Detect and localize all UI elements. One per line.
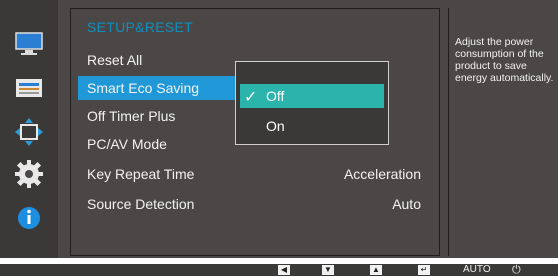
option-label: Off — [266, 88, 285, 104]
checkmark-icon: ✓ — [244, 89, 258, 106]
enter-key[interactable]: ↵ — [418, 265, 430, 276]
menu-item-label: Source Detection — [87, 196, 195, 212]
menu-item-smart-eco-saving[interactable]: Smart Eco Saving — [78, 76, 236, 100]
menu-item-source-detection[interactable]: Source Detection Auto — [71, 192, 439, 216]
option-off[interactable]: ✓ Off — [240, 84, 384, 108]
onscreen-display-icon[interactable] — [15, 74, 43, 102]
help-text: Adjust the power consumption of the prod… — [455, 36, 554, 84]
menu-item-value: Acceleration — [343, 166, 421, 182]
setup-reset-menu: SETUP&RESET Reset All Smart Eco Saving O… — [70, 8, 440, 256]
auto-key-label[interactable]: AUTO — [463, 264, 491, 275]
menu-item-label: Off Timer Plus — [87, 108, 176, 124]
gear-icon[interactable] — [15, 160, 43, 188]
menu-item-value: Auto — [392, 196, 421, 212]
menu-item-key-repeat-time[interactable]: Key Repeat Time Acceleration — [71, 162, 439, 186]
smart-eco-saving-submenu: ✓ Off On — [235, 61, 389, 145]
control-key-bar: ◀ ▼ ▲ ↵ AUTO ⏻ — [0, 264, 558, 276]
left-arrow-key[interactable]: ◀ — [278, 265, 290, 276]
menu-item-label: Smart Eco Saving — [87, 80, 200, 96]
option-on[interactable]: On — [240, 114, 384, 138]
down-arrow-key[interactable]: ▼ — [322, 265, 334, 276]
info-icon[interactable] — [15, 204, 43, 232]
option-label: On — [266, 118, 285, 134]
picture-icon[interactable] — [15, 30, 43, 58]
help-panel: Adjust the power consumption of the prod… — [448, 8, 558, 256]
menu-item-label: Reset All — [87, 52, 143, 68]
up-arrow-key[interactable]: ▲ — [370, 265, 382, 276]
power-icon[interactable]: ⏻ — [512, 264, 521, 277]
menu-title: SETUP&RESET — [87, 19, 193, 35]
position-icon[interactable] — [15, 118, 43, 146]
menu-item-label: PC/AV Mode — [87, 136, 167, 152]
category-sidebar — [0, 0, 58, 258]
osd-window: SETUP&RESET Reset All Smart Eco Saving O… — [0, 0, 558, 258]
menu-item-label: Key Repeat Time — [87, 166, 195, 182]
